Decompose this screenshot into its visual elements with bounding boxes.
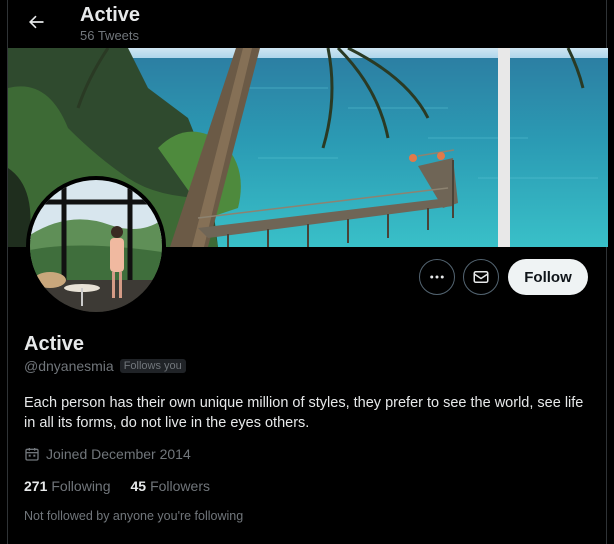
back-button[interactable] — [22, 8, 50, 36]
more-horizontal-icon — [430, 275, 444, 279]
follow-button[interactable]: Follow — [508, 259, 588, 295]
mutuals-note: Not followed by anyone you're following — [24, 509, 244, 523]
message-button[interactable] — [463, 259, 499, 295]
following-count: 271 — [24, 478, 48, 494]
profile-bio: Each person has their own unique million… — [24, 395, 584, 431]
arrow-left-icon — [29, 15, 44, 29]
tweet-count: 56 Tweets — [80, 28, 140, 43]
followers-label: Followers — [150, 478, 210, 494]
following-label: Following — [51, 478, 111, 494]
calendar-icon — [25, 448, 39, 461]
more-button[interactable] — [419, 259, 455, 295]
followers-count: 45 — [130, 478, 147, 494]
joined-text: Joined December 2014 — [46, 446, 191, 462]
profile-column: Active 56 Tweets Follow Active @dnyanesm… — [6, 0, 608, 544]
following-link[interactable]: 271 Following — [24, 478, 111, 494]
profile-name: Active — [24, 333, 85, 355]
envelope-icon — [473, 271, 489, 283]
followers-link[interactable]: 45 Followers — [131, 478, 210, 494]
header-title: Active — [80, 4, 141, 26]
follow-stats: 271 Following 45 Followers — [24, 478, 210, 494]
joined-date: Joined December 2014 — [24, 446, 191, 462]
profile-handle: @dnyanesmia — [24, 358, 114, 374]
profile-header-bar: Active 56 Tweets — [8, 0, 608, 48]
profile-actions: Follow — [6, 258, 606, 296]
handle-row: @dnyanesmia Follows you — [24, 358, 186, 374]
follows-you-badge: Follows you — [119, 359, 186, 373]
